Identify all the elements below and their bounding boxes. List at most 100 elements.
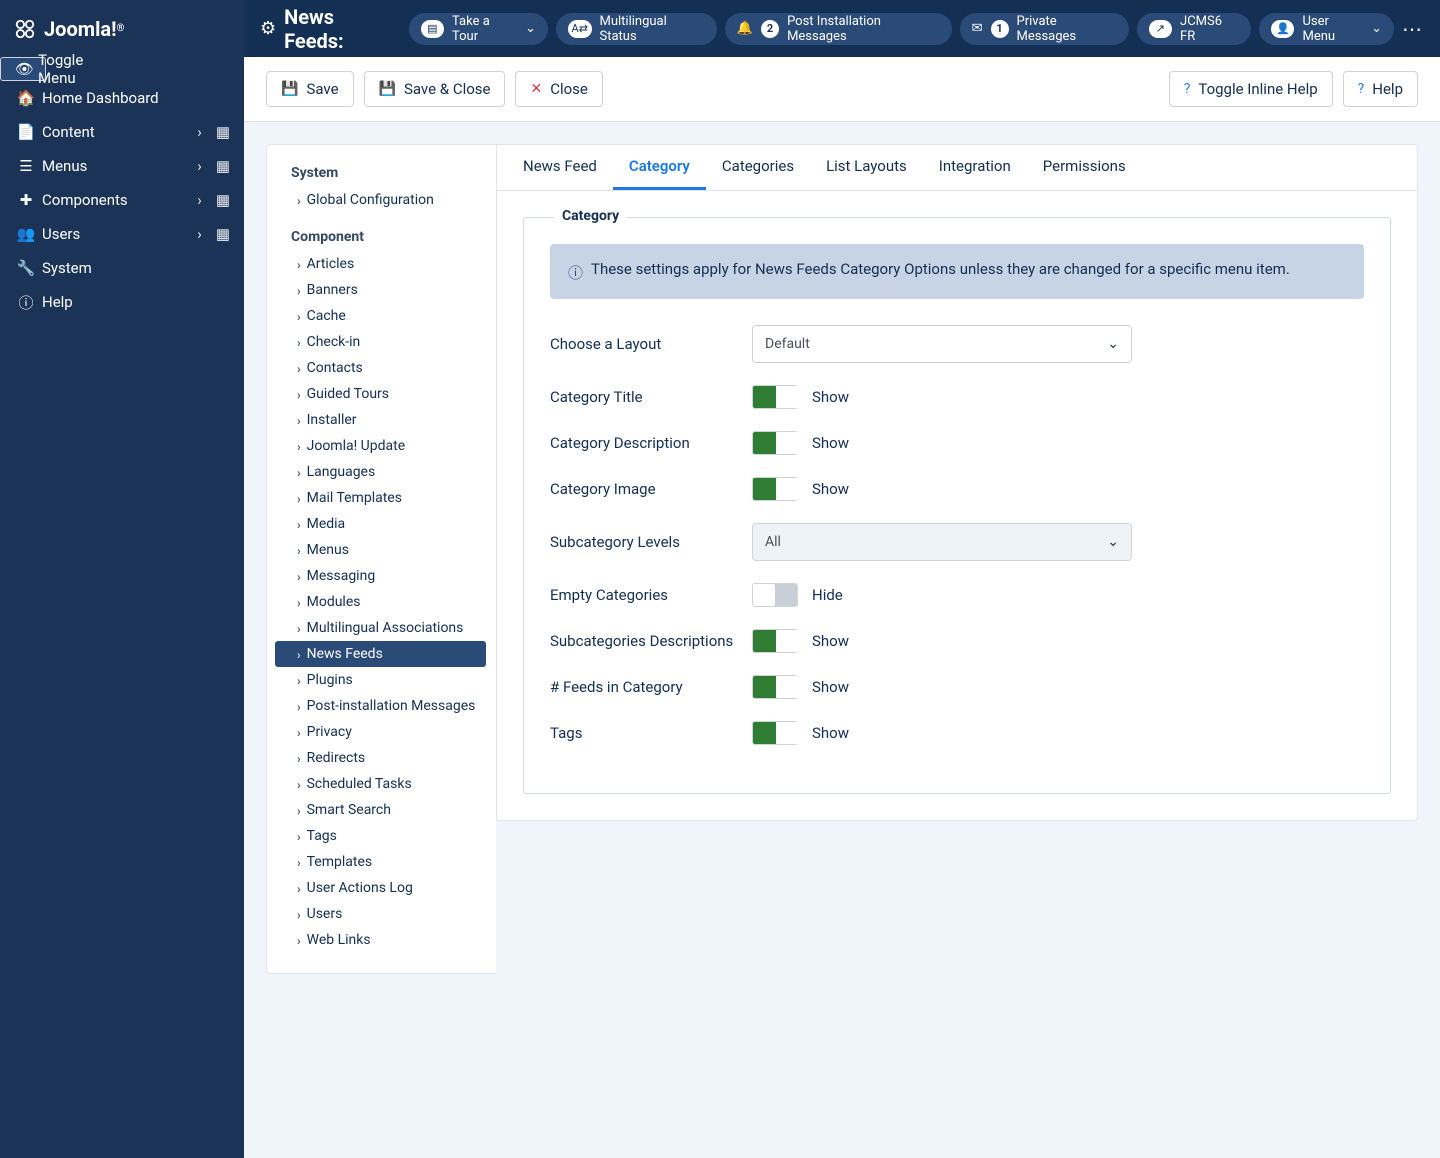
pill-label: Take a Tour xyxy=(452,14,517,44)
config-nav-item[interactable]: ›Tags xyxy=(291,823,486,849)
config-nav-item[interactable]: ›Multilingual Associations xyxy=(291,615,486,641)
tab-list-layouts[interactable]: List Layouts xyxy=(810,145,923,190)
toggle-menu[interactable]: 👁Toggle Menu xyxy=(0,57,46,81)
save-icon: 💾 xyxy=(379,81,396,97)
config-nav-heading: Component xyxy=(291,229,486,245)
config-nav-item[interactable]: ›Templates xyxy=(291,849,486,875)
config-nav-item[interactable]: ›Redirects xyxy=(291,745,486,771)
toggle-tags[interactable] xyxy=(752,721,798,745)
chevron-right-icon: › xyxy=(297,284,301,298)
user-icon: 👤 xyxy=(1271,20,1294,38)
fieldset-legend: Category xyxy=(554,208,627,224)
toggle-subcategories-descriptions[interactable] xyxy=(752,629,798,653)
chevron-right-icon: › xyxy=(297,258,301,272)
config-nav-item[interactable]: ›Menus xyxy=(291,537,486,563)
save-button[interactable]: 💾Save xyxy=(266,71,354,107)
header-pill-private-messages[interactable]: ✉1 Private Messages xyxy=(960,13,1129,45)
config-nav-item[interactable]: ›Installer xyxy=(291,407,486,433)
toggle-category-title[interactable] xyxy=(752,385,798,409)
field-row: Choose a Layout Default⌄ xyxy=(550,325,1364,363)
header-pill-user-menu[interactable]: 👤 User Menu ⌄ xyxy=(1259,13,1394,45)
chevron-right-icon: › xyxy=(297,778,301,792)
config-nav-item[interactable]: ›Mail Templates xyxy=(291,485,486,511)
help-button[interactable]: ?Help xyxy=(1343,71,1418,107)
toggle--feeds-in-category[interactable] xyxy=(752,675,798,699)
header-pill-post-installation-messages[interactable]: 🔔2 Post Installation Messages xyxy=(725,13,952,45)
select-choose-a-layout[interactable]: Default⌄ xyxy=(752,325,1132,363)
config-nav-item[interactable]: ›Messaging xyxy=(291,563,486,589)
sidebar-item-components[interactable]: ✚ Components ›▦ xyxy=(0,183,244,217)
puzzle-icon: ✚ xyxy=(14,191,38,209)
header-pill-multilingual-status[interactable]: A⇄ Multilingual Status xyxy=(556,13,717,45)
tab-categories[interactable]: Categories xyxy=(706,145,810,190)
dashboard-icon[interactable]: ▦ xyxy=(216,157,230,175)
field-row: # Feeds in Category Show xyxy=(550,675,1364,699)
dashboard-icon[interactable]: ▦ xyxy=(216,191,230,209)
save-close-button[interactable]: 💾Save & Close xyxy=(364,71,506,107)
chevron-right-icon: › xyxy=(297,440,301,454)
config-nav-item[interactable]: ›Privacy xyxy=(291,719,486,745)
toggle-label: Show xyxy=(812,480,849,498)
chevron-right-icon: › xyxy=(297,492,301,506)
toggle-inline-help-button[interactable]: ?Toggle Inline Help xyxy=(1169,71,1333,107)
tab-permissions[interactable]: Permissions xyxy=(1027,145,1142,190)
config-nav-item[interactable]: ›Languages xyxy=(291,459,486,485)
brand[interactable]: Joomla!® xyxy=(0,0,244,57)
toggle-category-image[interactable] xyxy=(752,477,798,501)
config-nav-item[interactable]: ›Scheduled Tasks xyxy=(291,771,486,797)
field-row: Category Image Show xyxy=(550,477,1364,501)
overflow-menu-icon[interactable]: ⋯ xyxy=(1402,17,1424,41)
question-icon: ? xyxy=(1184,81,1191,97)
select-subcategory-levels[interactable]: All⌄ xyxy=(752,523,1132,561)
config-nav-item[interactable]: ›News Feeds xyxy=(275,641,486,667)
sidebar-item-home-dashboard[interactable]: 🏠 Home Dashboard xyxy=(0,81,244,115)
chevron-down-icon: ⌄ xyxy=(1107,336,1119,352)
toggle-label: Show xyxy=(812,632,849,650)
config-nav-item[interactable]: ›Guided Tours xyxy=(291,381,486,407)
config-nav-item[interactable]: ›Smart Search xyxy=(291,797,486,823)
config-nav-item[interactable]: ›Plugins xyxy=(291,667,486,693)
config-nav-item[interactable]: ›Modules xyxy=(291,589,486,615)
sidebar-item-users[interactable]: 👥 Users ›▦ xyxy=(0,217,244,251)
tab-news-feed[interactable]: News Feed xyxy=(507,145,613,190)
dashboard-icon[interactable]: ▦ xyxy=(216,225,230,243)
sidebar-item-system[interactable]: 🔧 System xyxy=(0,251,244,285)
config-nav-item[interactable]: ›Global Configuration xyxy=(291,187,486,213)
toolbar: 💾Save 💾Save & Close ✕Close ?Toggle Inlin… xyxy=(244,57,1440,122)
config-nav-item[interactable]: ›Check-in xyxy=(291,329,486,355)
toggle-label: Show xyxy=(812,388,849,406)
config-nav-item[interactable]: ›User Actions Log xyxy=(291,875,486,901)
header-pill-jcms6-fr[interactable]: ↗ JCMS6 FR xyxy=(1137,13,1252,45)
toggle-label: Hide xyxy=(812,586,843,604)
chevron-down-icon: ⌄ xyxy=(525,21,536,36)
close-button[interactable]: ✕Close xyxy=(515,71,602,107)
config-nav-item[interactable]: ›Post-installation Messages xyxy=(291,693,486,719)
config-nav-item[interactable]: ›Media xyxy=(291,511,486,537)
sidebar-item-menus[interactable]: ☰ Menus ›▦ xyxy=(0,149,244,183)
sidebar-item-label: Help xyxy=(42,293,230,311)
config-nav-item[interactable]: ›Web Links xyxy=(291,927,486,953)
sidebar-item-content[interactable]: 📄 Content ›▦ xyxy=(0,115,244,149)
lang-icon: A⇄ xyxy=(568,20,591,38)
header-pill-take-a-tour[interactable]: ▤ Take a Tour ⌄ xyxy=(409,13,548,45)
field-label: Subcategory Levels xyxy=(550,533,752,551)
field-label: Category Title xyxy=(550,388,752,406)
chevron-right-icon: › xyxy=(297,336,301,350)
config-nav-item[interactable]: ›Cache xyxy=(291,303,486,329)
config-nav-item[interactable]: ›Banners xyxy=(291,277,486,303)
chevron-right-icon: › xyxy=(297,830,301,844)
config-nav-item[interactable]: ›Joomla! Update xyxy=(291,433,486,459)
tab-category[interactable]: Category xyxy=(613,145,706,190)
config-nav-item[interactable]: ›Articles xyxy=(291,251,486,277)
toggle-category-description[interactable] xyxy=(752,431,798,455)
dashboard-icon[interactable]: ▦ xyxy=(216,123,230,141)
config-nav-item[interactable]: ›Users xyxy=(291,901,486,927)
config-nav-item[interactable]: ›Contacts xyxy=(291,355,486,381)
tab-integration[interactable]: Integration xyxy=(923,145,1027,190)
list-icon: ☰ xyxy=(14,157,38,175)
sidebar-item-help[interactable]: ⓘ Help xyxy=(0,285,244,319)
field-row: Category Description Show xyxy=(550,431,1364,455)
toggle-empty-categories[interactable] xyxy=(752,583,798,607)
ext-icon: ↗ xyxy=(1149,20,1172,38)
chevron-down-icon: ⌄ xyxy=(1107,534,1119,550)
